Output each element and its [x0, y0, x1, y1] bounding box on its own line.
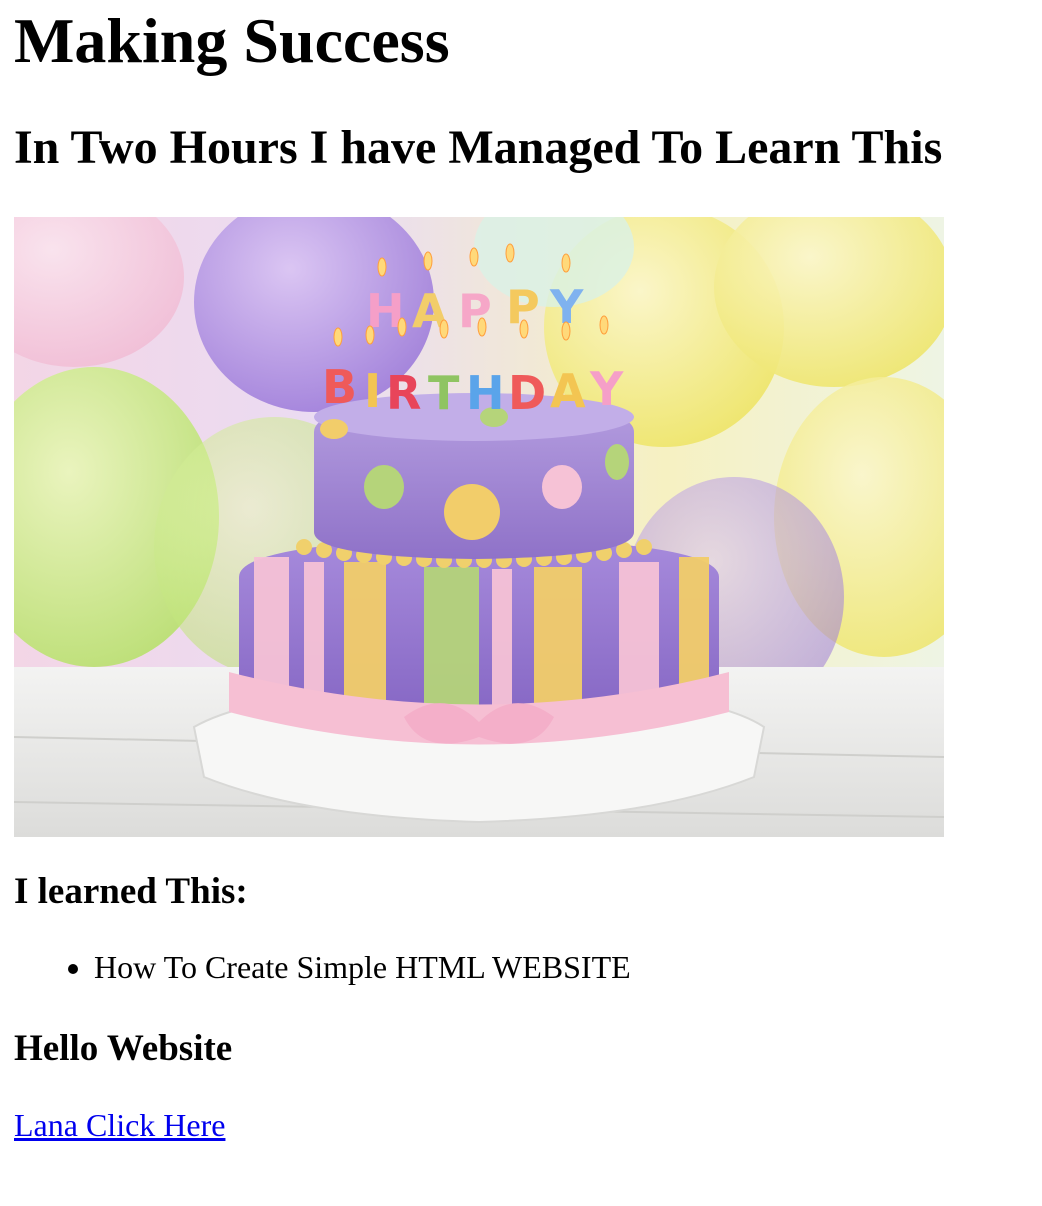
birthday-cake-image: H A P P Y B I R T H D A Y: [14, 217, 944, 837]
svg-text:D: D: [508, 366, 546, 420]
svg-text:P: P: [458, 284, 492, 338]
hello-heading: Hello Website: [14, 1028, 233, 1069]
list-item: How To Create Simple HTML WEBSITE: [94, 948, 631, 986]
svg-text:I: I: [364, 364, 381, 418]
svg-text:R: R: [386, 366, 421, 420]
svg-text:A: A: [550, 364, 586, 418]
page-title: Making Success: [14, 5, 450, 76]
svg-text:T: T: [428, 366, 460, 420]
lana-click-here-link[interactable]: Lana Click Here: [14, 1106, 225, 1144]
page-subtitle: In Two Hours I have Managed To Learn Thi…: [14, 121, 943, 174]
learned-heading: I learned This:: [14, 871, 248, 912]
svg-text:B: B: [322, 360, 357, 414]
svg-text:Y: Y: [589, 362, 624, 416]
birthday-cake-illustration: H A P P Y B I R T H D A Y: [14, 217, 944, 837]
learned-list: How To Create Simple HTML WEBSITE: [14, 948, 631, 986]
svg-text:H: H: [466, 366, 505, 420]
